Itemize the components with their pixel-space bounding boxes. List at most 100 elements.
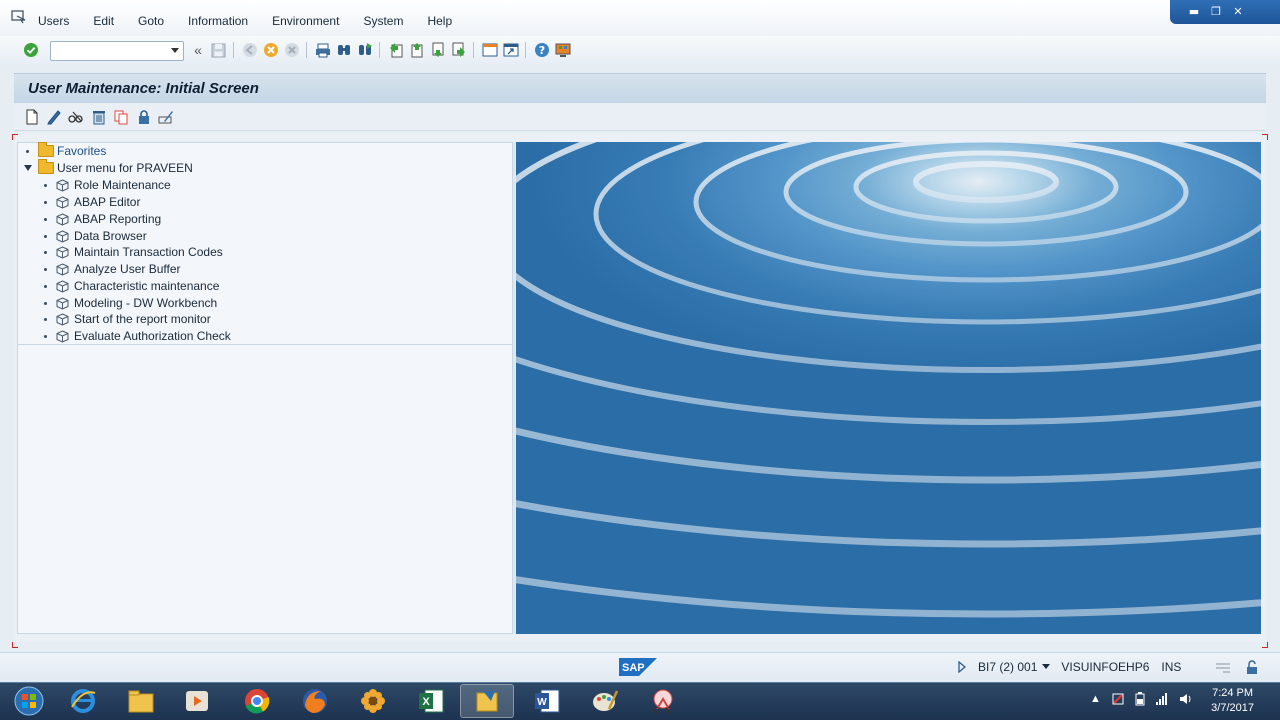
taskbar-clock[interactable]: 7:24 PM 3/7/2017 [1211, 686, 1254, 716]
title-bar: User Maintenance: Initial Screen [14, 73, 1266, 103]
tree-item-abap-reporting[interactable]: ABAP Reporting [44, 211, 161, 227]
system-tray: ▲ [1090, 692, 1193, 706]
corner-marker [1262, 642, 1268, 648]
paint-icon[interactable] [578, 684, 632, 718]
excel-icon[interactable]: X [404, 684, 458, 718]
open-folder-icon [38, 159, 54, 174]
transaction-icon [56, 296, 69, 310]
back-icon[interactable] [241, 41, 259, 59]
tree-node-user-menu[interactable]: User menu for PRAVEEN [24, 159, 193, 176]
display-icon[interactable] [67, 108, 85, 126]
secure-lock-icon[interactable] [1245, 660, 1259, 674]
insert-mode: INS [1161, 660, 1182, 674]
media-player-icon[interactable] [170, 684, 224, 718]
first-page-icon[interactable] [387, 41, 405, 59]
word-icon[interactable]: W [520, 684, 574, 718]
tree-item-data-browser[interactable]: Data Browser [44, 228, 147, 244]
back-double-icon[interactable]: « [189, 41, 207, 59]
menu-information[interactable]: Information [188, 14, 248, 28]
firefox-icon[interactable] [288, 684, 342, 718]
exit-icon[interactable] [262, 41, 280, 59]
windows-logo-icon [14, 686, 44, 716]
toolbar-separator [525, 42, 526, 58]
system-info: BI7 (2) 001 VISUINFOEHP6 INS [958, 660, 1259, 674]
find-next-icon[interactable] [356, 41, 374, 59]
expand-arrow-icon[interactable] [24, 165, 32, 171]
system-dropdown-icon[interactable] [1041, 663, 1051, 671]
file-explorer-icon[interactable] [114, 684, 168, 718]
change-icon[interactable] [45, 108, 63, 126]
internet-explorer-icon[interactable] [56, 684, 110, 718]
flower-app-icon[interactable] [346, 684, 400, 718]
window-menu-icon[interactable] [11, 10, 27, 24]
menu-environment[interactable]: Environment [272, 14, 339, 28]
tree-bullet [44, 218, 47, 221]
window-controls: ▬ ❐ ✕ [1170, 0, 1280, 24]
toolbar-separator [306, 42, 307, 58]
tree-node-favorites[interactable]: Favorites [26, 142, 106, 159]
command-dropdown-icon[interactable] [171, 48, 179, 53]
save-icon[interactable] [209, 41, 227, 59]
tree-item-report-monitor[interactable]: Start of the report monitor [44, 311, 211, 327]
tree-item-role-maintenance[interactable]: Role Maintenance [44, 177, 171, 193]
customize-layout-icon[interactable] [554, 41, 572, 59]
battery-icon[interactable] [1135, 692, 1145, 706]
sap-logo-text: SAP [622, 662, 645, 674]
command-field[interactable] [50, 41, 184, 61]
tree-node-label: User menu for PRAVEEN [57, 161, 193, 175]
network-signal-icon[interactable] [1155, 692, 1169, 706]
close-icon[interactable]: ✕ [1230, 5, 1246, 19]
menu-items: Users Edit Goto Information Environment … [38, 14, 476, 28]
tree-item-abap-editor[interactable]: ABAP Editor [44, 194, 140, 210]
transaction-icon [56, 212, 69, 226]
tree-item-label: ABAP Reporting [74, 212, 162, 226]
print-icon[interactable] [314, 41, 332, 59]
help-icon[interactable]: ? [533, 41, 551, 59]
next-page-icon[interactable] [429, 41, 447, 59]
tree-item-analyze-user-buffer[interactable]: Analyze User Buffer [44, 261, 181, 277]
tree-bullet [26, 150, 29, 153]
delete-icon[interactable] [90, 108, 108, 126]
volume-icon[interactable] [1179, 692, 1193, 706]
create-session-icon[interactable] [481, 41, 499, 59]
shortcut-icon[interactable] [502, 41, 520, 59]
tree-item-maintain-transaction-codes[interactable]: Maintain Transaction Codes [44, 244, 223, 260]
last-page-icon[interactable] [450, 41, 468, 59]
menu-goto[interactable]: Goto [138, 14, 164, 28]
menu-help[interactable]: Help [427, 14, 452, 28]
tree-item-modeling-dw-workbench[interactable]: Modeling - DW Workbench [44, 295, 217, 311]
lock-icon[interactable] [135, 108, 153, 126]
transaction-icon [56, 262, 69, 276]
minimize-icon[interactable]: ▬ [1186, 5, 1202, 19]
chrome-icon[interactable] [230, 684, 284, 718]
sap-logon-icon[interactable] [460, 684, 514, 718]
menu-users[interactable]: Users [38, 14, 69, 28]
enter-icon[interactable] [22, 41, 40, 59]
tree-bullet [44, 201, 47, 204]
snipping-tool-icon[interactable] [636, 684, 690, 718]
tree-item-characteristic-maintenance[interactable]: Characteristic maintenance [44, 278, 219, 294]
list-icon[interactable] [1215, 661, 1231, 673]
action-center-icon[interactable] [1111, 692, 1125, 706]
restore-icon[interactable]: ❐ [1208, 5, 1224, 19]
splash-image [516, 142, 1261, 634]
find-icon[interactable] [335, 41, 353, 59]
corner-marker [12, 642, 18, 648]
cancel-icon[interactable] [283, 41, 301, 59]
application-toolbar [14, 104, 1266, 131]
tree-item-label: Modeling - DW Workbench [74, 296, 218, 310]
change-password-icon[interactable] [157, 108, 175, 126]
previous-page-icon[interactable] [408, 41, 426, 59]
copy-icon[interactable] [112, 108, 130, 126]
play-icon[interactable] [958, 661, 966, 673]
create-icon[interactable] [23, 108, 41, 126]
toolbar-separator [233, 42, 234, 58]
toolbar-separator [473, 42, 474, 58]
menu-system[interactable]: System [363, 14, 403, 28]
menu-edit[interactable]: Edit [93, 14, 114, 28]
start-button[interactable] [2, 684, 56, 718]
show-hidden-icons[interactable]: ▲ [1090, 693, 1101, 705]
transaction-icon [56, 312, 69, 326]
tree-item-evaluate-authorization-check[interactable]: Evaluate Authorization Check [44, 328, 231, 344]
transaction-icon [56, 229, 69, 243]
